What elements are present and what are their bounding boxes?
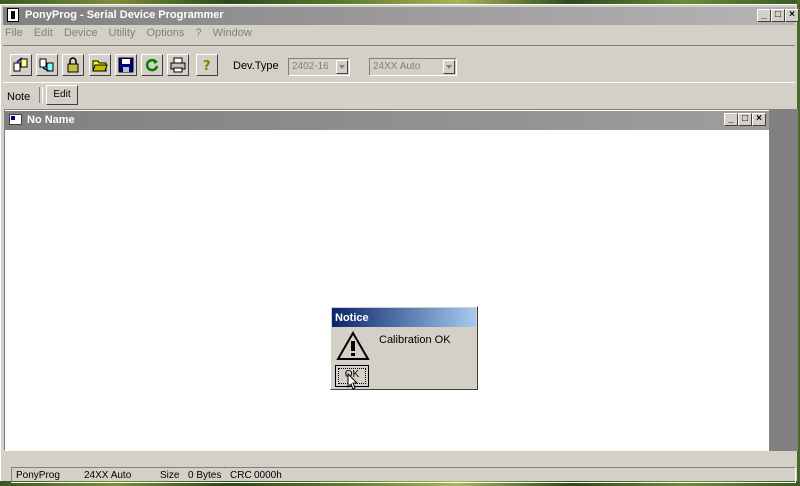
- print-button[interactable]: [167, 54, 189, 76]
- device-subtype-value: 24XX Auto: [373, 61, 421, 72]
- status-device: 24XX Auto: [84, 470, 132, 481]
- save-button[interactable]: [115, 54, 137, 76]
- open-button[interactable]: [89, 54, 111, 76]
- menu-bar: File Edit Device Utility Options ? Windo…: [5, 27, 260, 43]
- menu-options[interactable]: Options: [146, 27, 184, 39]
- device-select[interactable]: 2402-16: [288, 58, 350, 76]
- device-select-value: 2402-16: [292, 61, 329, 72]
- minimize-button[interactable]: _: [757, 9, 771, 22]
- app-icon[interactable]: [7, 8, 19, 22]
- child-minimize-button[interactable]: _: [724, 113, 738, 126]
- title-bar[interactable]: PonyProg - Serial Device Programmer _ □ …: [3, 7, 799, 25]
- device-subtype-select[interactable]: 24XX Auto: [369, 58, 457, 76]
- status-size-label: Size: [160, 470, 180, 481]
- devtype-label: Dev.Type: [233, 60, 279, 72]
- document-icon[interactable]: [9, 114, 22, 125]
- help-icon: ?: [203, 59, 211, 73]
- menu-utility[interactable]: Utility: [109, 27, 136, 39]
- window-title: PonyProg - Serial Device Programmer: [25, 9, 224, 21]
- child-maximize-button[interactable]: □: [738, 113, 752, 126]
- menu-help[interactable]: ?: [195, 27, 201, 39]
- open-icon: [92, 60, 108, 72]
- read-all-icon: [13, 57, 28, 72]
- menu-device[interactable]: Device: [64, 27, 98, 39]
- save-icon: [118, 57, 134, 73]
- status-app: PonyProg: [16, 470, 60, 481]
- status-bar: PonyProg 24XX Auto Size 0 Bytes CRC 0000…: [11, 467, 796, 483]
- menu-edit[interactable]: Edit: [34, 27, 53, 39]
- warning-icon: [336, 331, 370, 360]
- read-all-button[interactable]: [10, 54, 32, 76]
- print-icon: [170, 57, 186, 73]
- status-crc-label: CRC: [230, 470, 252, 481]
- status-size-value: 0 Bytes: [188, 470, 222, 481]
- menu-file[interactable]: File: [5, 27, 23, 39]
- chevron-down-icon[interactable]: [336, 60, 348, 74]
- dialog-title: Notice: [335, 312, 369, 324]
- menu-window[interactable]: Window: [213, 27, 252, 39]
- dialog-message: Calibration OK: [379, 334, 451, 346]
- mdi-background: [769, 109, 798, 451]
- reload-icon: [145, 58, 159, 72]
- note-edit-button[interactable]: Edit: [46, 85, 78, 105]
- note-label: Note: [7, 91, 31, 103]
- app-window: PonyProg - Serial Device Programmer _ □ …: [0, 4, 799, 483]
- child-title-bar[interactable]: No Name _ □ ×: [5, 111, 769, 130]
- reload-button[interactable]: [141, 54, 163, 76]
- maximize-button[interactable]: □: [771, 9, 785, 22]
- child-window-title: No Name: [27, 114, 75, 126]
- toolbar: ? Dev.Type 2402-16 24XX Auto: [3, 45, 795, 83]
- write-all-button[interactable]: [36, 54, 58, 76]
- note-divider: [39, 87, 43, 103]
- close-button[interactable]: ×: [785, 9, 799, 22]
- mouse-cursor-icon: [347, 373, 359, 390]
- document-area[interactable]: [4, 109, 772, 451]
- lock-icon: [67, 57, 79, 73]
- write-all-icon: [39, 58, 54, 72]
- help-button[interactable]: ?: [196, 54, 218, 76]
- child-close-button[interactable]: ×: [752, 113, 766, 126]
- chevron-down-icon[interactable]: [443, 60, 455, 74]
- dialog-title-bar[interactable]: Notice: [332, 308, 476, 327]
- lock-button[interactable]: [62, 54, 84, 76]
- status-crc-value: 0000h: [254, 470, 282, 481]
- svg-text:?: ?: [203, 59, 211, 73]
